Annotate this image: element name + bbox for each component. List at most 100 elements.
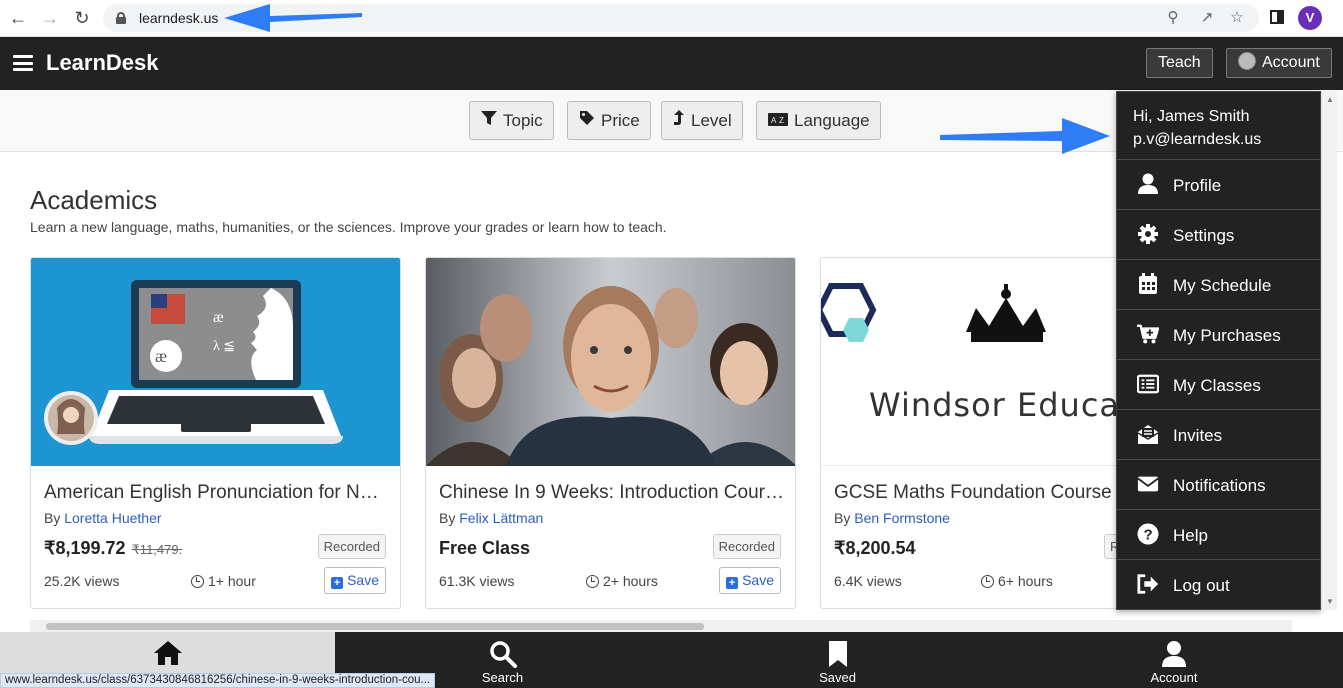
browser-toolbar: ← → ↻ learndesk.us ⚲ ↗ ☆ V [0, 0, 1343, 37]
save-label: Save [347, 572, 379, 588]
menu-item-label: Invites [1173, 426, 1223, 445]
view-count: 25.2K views [44, 573, 120, 589]
teach-button[interactable]: Teach [1146, 48, 1213, 78]
course-title[interactable]: Chinese In 9 Weeks: Introduction Course [439, 482, 784, 504]
clock-icon [981, 575, 994, 588]
author-link[interactable]: Loretta Huether [64, 510, 161, 526]
view-count: 6.4K views [834, 573, 902, 589]
menu-item-invites[interactable]: Invites [1117, 409, 1321, 459]
price-value: Free Class [439, 538, 531, 558]
nav-label: Saved [819, 670, 856, 685]
menu-item-label: Profile [1173, 176, 1222, 195]
sidepanel-icon[interactable] [1265, 6, 1289, 30]
menu-item-log-out[interactable]: Log out [1117, 559, 1321, 609]
status-badge: Recorded [712, 534, 781, 559]
hamburger-menu-icon[interactable] [13, 55, 33, 71]
old-price: ₹11,479. [131, 542, 183, 557]
status-badge: Recorded [317, 534, 386, 559]
filter-icon [481, 103, 497, 140]
nav-label: Account [1150, 670, 1198, 685]
browser-profile-avatar[interactable]: V [1298, 6, 1322, 30]
plus-icon: + [726, 577, 739, 589]
filter-price-button[interactable]: Price [567, 101, 651, 140]
duration: 6+ hours [981, 573, 1053, 589]
filter-label: Topic [503, 111, 543, 130]
save-button[interactable]: + Save [719, 567, 781, 594]
price-value: ₹8,199.72 [44, 538, 126, 558]
level-arrow-icon [673, 103, 685, 140]
svg-text:æ: æ [213, 309, 224, 326]
scroll-down-icon[interactable]: ▼ [1326, 597, 1334, 606]
cart-icon [1137, 324, 1159, 344]
by-label: By [44, 510, 61, 526]
scroll-up-icon[interactable]: ▲ [1326, 95, 1334, 104]
menu-item-label: My Purchases [1173, 326, 1281, 345]
user-email: p.v@learndesk.us [1133, 131, 1262, 148]
author-link[interactable]: Felix Lättman [459, 510, 543, 526]
language-icon: AZ [768, 103, 788, 140]
course-author-line: By Felix Lättman [439, 510, 543, 526]
dropdown-scrollbar[interactable]: ▲ ▼ [1321, 91, 1337, 610]
author-link[interactable]: Ben Formstone [854, 510, 950, 526]
by-label: By [834, 510, 851, 526]
course-card[interactable]: æ æ λ ≦ American English Pronunciation f… [30, 257, 401, 609]
app-header: LearnDesk Teach Account [0, 37, 1343, 90]
menu-item-my-purchases[interactable]: My Purchases [1117, 309, 1321, 359]
save-button[interactable]: + Save [324, 567, 386, 594]
course-price: ₹8,200.54 [834, 538, 916, 559]
forward-icon[interactable]: → [38, 6, 62, 30]
clock-icon [586, 575, 599, 588]
duration: 2+ hours [586, 573, 658, 589]
duration: 1+ hour [191, 573, 256, 589]
menu-item-settings[interactable]: Settings [1117, 209, 1321, 259]
menu-item-profile[interactable]: Profile [1117, 159, 1321, 209]
nav-account[interactable]: Account [1005, 632, 1343, 688]
course-card[interactable]: Chinese In 9 Weeks: Introduction Course … [425, 257, 796, 609]
menu-item-notifications[interactable]: Notifications [1117, 459, 1321, 509]
course-author-line: By Loretta Huether [44, 510, 162, 526]
logout-icon [1137, 574, 1159, 594]
user-greeting: Hi, James Smith [1133, 108, 1250, 125]
lock-icon [116, 12, 126, 24]
filter-label: Price [601, 111, 640, 130]
svg-text:A: A [771, 116, 777, 125]
menu-item-label: Notifications [1173, 476, 1266, 495]
search-icon [489, 641, 517, 668]
menu-item-label: My Schedule [1173, 276, 1272, 295]
svg-text:?: ? [1144, 527, 1153, 544]
calendar-icon [1139, 273, 1157, 294]
price-value: ₹8,200.54 [834, 538, 916, 558]
course-thumbnail[interactable] [426, 258, 795, 466]
user-info: Hi, James Smith p.v@learndesk.us [1133, 105, 1261, 151]
zoom-icon[interactable]: ⚲ [1163, 8, 1183, 28]
duration-value: 1+ hour [208, 573, 256, 589]
nav-saved[interactable]: Saved [670, 632, 1005, 688]
url-text[interactable]: learndesk.us [139, 10, 218, 26]
menu-item-my-schedule[interactable]: My Schedule [1117, 259, 1321, 309]
annotation-arrow-icon [940, 118, 1110, 154]
filter-topic-button[interactable]: Topic [469, 101, 554, 140]
share-icon[interactable]: ↗ [1197, 8, 1217, 28]
list-icon [1137, 374, 1159, 394]
brand-logo[interactable]: LearnDesk [46, 50, 159, 76]
course-thumbnail[interactable]: æ æ λ ≦ [31, 258, 400, 466]
section-title: Academics [30, 185, 158, 215]
reload-icon[interactable]: ↻ [70, 6, 94, 30]
plus-icon: + [331, 577, 344, 589]
bookmark-star-icon[interactable]: ☆ [1227, 8, 1247, 28]
menu-item-label: Help [1173, 526, 1208, 545]
horizontal-scrollbar[interactable] [30, 620, 1292, 632]
back-icon[interactable]: ← [6, 6, 30, 30]
status-bar-url: www.learndesk.us/class/6373430846816256/… [0, 673, 436, 688]
envelope-open-icon [1137, 425, 1159, 444]
course-title[interactable]: American English Pronunciation for Non-N… [44, 482, 389, 504]
account-button[interactable]: Account [1226, 48, 1332, 78]
filter-language-button[interactable]: AZ Language [756, 101, 881, 140]
scrollbar-thumb[interactable] [46, 623, 704, 630]
course-author-line: By Ben Formstone [834, 510, 950, 526]
menu-item-my-classes[interactable]: My Classes [1117, 359, 1321, 409]
filter-level-button[interactable]: Level [661, 101, 743, 140]
menu-item-help[interactable]: ? Help [1117, 509, 1321, 559]
avatar [1238, 52, 1256, 70]
svg-text:Z: Z [779, 116, 784, 125]
